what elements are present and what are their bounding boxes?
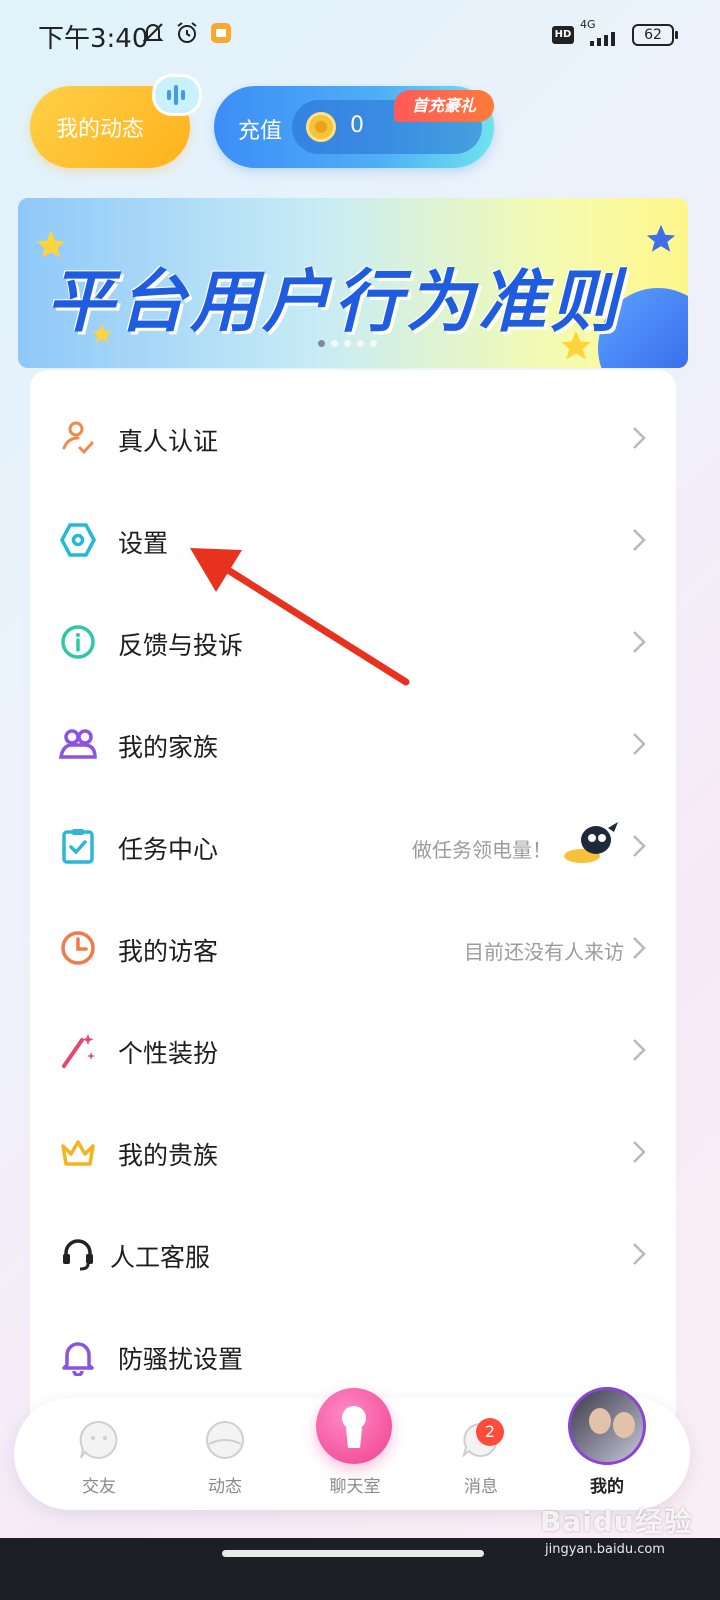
chevron-right-icon bbox=[633, 631, 646, 653]
avatar-face bbox=[613, 1412, 635, 1438]
sound-wave-icon bbox=[167, 85, 185, 105]
chevron-right-icon bbox=[633, 1039, 646, 1061]
pagination-dot bbox=[357, 340, 364, 347]
banner-pagination bbox=[318, 340, 377, 347]
menu-list: 真人认证 设置 反馈与投诉 我的家族 任务中心 做任务领电量！ 我的访客 目前还… bbox=[30, 370, 676, 1430]
star-icon bbox=[646, 224, 676, 252]
first-recharge-badge: 首充豪礼 bbox=[394, 90, 494, 122]
alarm-icon bbox=[177, 22, 197, 43]
pagination-dot bbox=[331, 340, 338, 347]
tab-label: 交友 bbox=[82, 1477, 116, 1497]
chevron-right-icon bbox=[633, 1243, 646, 1265]
menu-item-anti-harassment[interactable]: 防骚扰设置 bbox=[30, 1296, 676, 1398]
moments-tab-icon bbox=[206, 1421, 244, 1459]
menu-item-label: 设置 bbox=[118, 529, 169, 558]
pagination-dot bbox=[344, 340, 351, 347]
promo-banner[interactable]: 平台用户行为准则 bbox=[18, 198, 688, 368]
pagination-dot bbox=[318, 340, 325, 347]
menu-item-nobility[interactable]: 我的贵族 bbox=[30, 1092, 676, 1194]
status-bar: 下午3:40 HD 4G 62 bbox=[0, 0, 720, 70]
settings-hexagon-icon bbox=[60, 523, 96, 557]
chevron-right-icon bbox=[633, 427, 646, 449]
mute-bell-icon bbox=[142, 23, 164, 43]
recharge-label: 充值 bbox=[238, 119, 283, 144]
profile-avatar[interactable] bbox=[568, 1387, 646, 1465]
banner-title: 平台用户行为准则 bbox=[46, 263, 623, 342]
menu-item-customer-service[interactable]: 人工客服 bbox=[30, 1194, 676, 1296]
menu-item-label: 真人认证 bbox=[118, 427, 219, 456]
crown-icon bbox=[61, 1140, 95, 1166]
tab-friends[interactable]: 交友 bbox=[44, 1398, 154, 1510]
family-icon bbox=[58, 729, 97, 759]
my-moments-label: 我的动态 bbox=[56, 117, 145, 142]
avatar-face bbox=[589, 1408, 611, 1434]
task-hint: 做任务领电量！ bbox=[412, 838, 552, 862]
coin-icon bbox=[306, 112, 336, 142]
chatroom-mic-button[interactable] bbox=[316, 1388, 392, 1464]
hd-badge: HD bbox=[552, 26, 574, 44]
chevron-right-icon bbox=[633, 1141, 646, 1163]
menu-item-label: 个性装扮 bbox=[118, 1039, 219, 1068]
mascot-icon bbox=[564, 822, 618, 863]
signal-icon bbox=[590, 32, 615, 46]
menu-item-visitors[interactable]: 我的访客 目前还没有人来访 bbox=[30, 888, 676, 990]
annotation-arrow-icon bbox=[190, 548, 410, 686]
status-time: 下午3:40 bbox=[38, 24, 149, 54]
tab-label: 我的 bbox=[590, 1477, 624, 1497]
watermark-url: jingyan.baidu.com bbox=[545, 1542, 665, 1557]
menu-item-task-center[interactable]: 任务中心 做任务领电量！ bbox=[30, 786, 676, 888]
tab-label: 消息 bbox=[464, 1477, 498, 1497]
battery-indicator: 62 bbox=[632, 24, 678, 46]
message-count-badge: 2 bbox=[476, 1418, 504, 1446]
visitors-hint: 目前还没有人来访 bbox=[464, 940, 624, 964]
tab-moments[interactable]: 动态 bbox=[170, 1398, 280, 1510]
menu-item-label: 我的贵族 bbox=[118, 1141, 219, 1170]
chevron-right-icon bbox=[633, 835, 646, 857]
clock-icon bbox=[61, 931, 95, 965]
menu-item-label: 我的家族 bbox=[118, 733, 219, 762]
menu-item-verification[interactable]: 真人认证 bbox=[30, 378, 676, 480]
chevron-right-icon bbox=[633, 529, 646, 551]
menu-item-dress-up[interactable]: 个性装扮 bbox=[30, 990, 676, 1092]
info-icon bbox=[61, 625, 95, 659]
chat-bubble-icon bbox=[152, 74, 202, 116]
app-notification-icon bbox=[211, 23, 231, 43]
tab-label: 动态 bbox=[208, 1477, 242, 1497]
chevron-right-icon bbox=[633, 937, 646, 959]
chevron-right-icon bbox=[633, 733, 646, 755]
home-indicator[interactable] bbox=[222, 1550, 484, 1557]
tab-messages[interactable]: 消息 bbox=[426, 1398, 536, 1510]
menu-item-label: 人工客服 bbox=[110, 1243, 211, 1272]
verify-person-icon bbox=[62, 421, 94, 455]
coin-value: 0 bbox=[350, 113, 364, 138]
watermark-brand: Baidu经验 bbox=[540, 1505, 693, 1538]
headset-icon bbox=[63, 1239, 93, 1271]
friends-tab-icon bbox=[79, 1420, 118, 1459]
task-clipboard-icon bbox=[62, 829, 94, 864]
menu-item-label: 防骚扰设置 bbox=[118, 1345, 244, 1374]
magic-wand-icon bbox=[62, 1034, 95, 1068]
menu-item-label: 任务中心 bbox=[118, 835, 219, 864]
bell-icon bbox=[62, 1342, 94, 1376]
menu-item-label: 我的访客 bbox=[118, 937, 219, 966]
tab-label: 聊天室 bbox=[329, 1477, 381, 1497]
pagination-dot bbox=[370, 340, 377, 347]
microphone-icon bbox=[342, 1406, 366, 1448]
